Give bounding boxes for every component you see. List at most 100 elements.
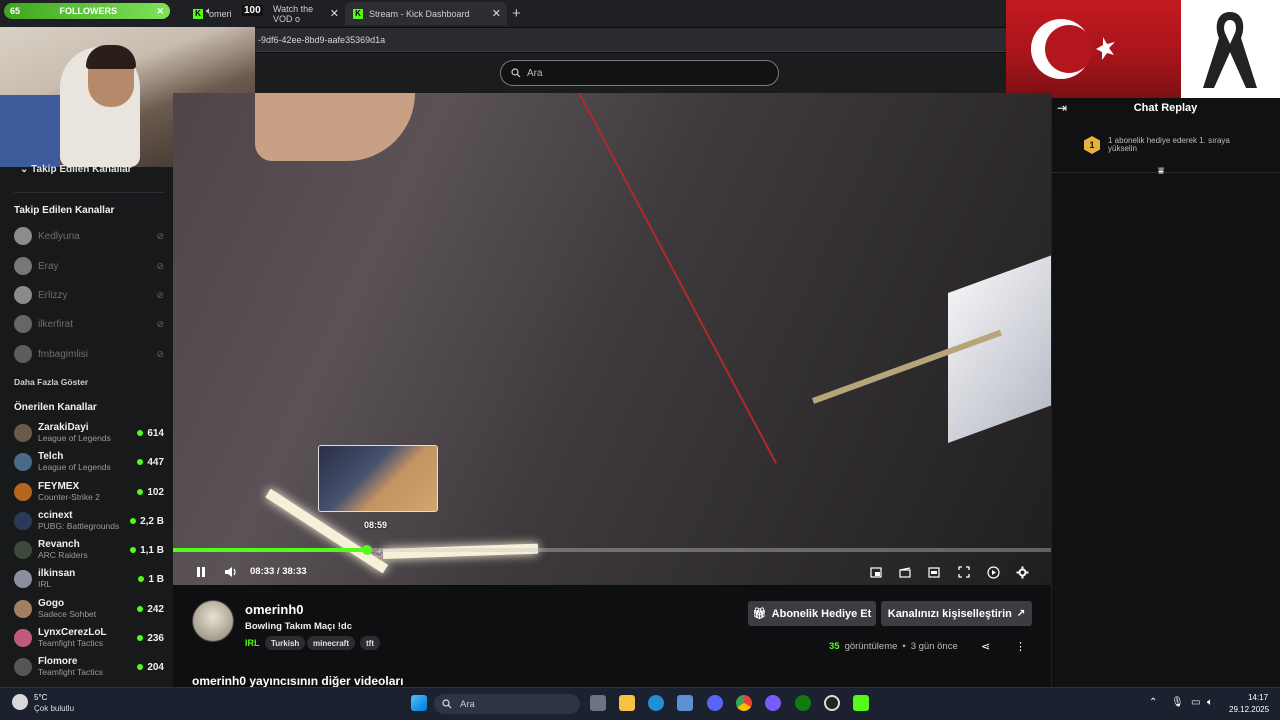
seek-preview-time: 08:59 <box>364 520 388 530</box>
channel-category: Sadece Sohbet <box>38 609 97 619</box>
recommended-channel[interactable]: ZarakiDayi League of Legends 614 <box>14 419 164 447</box>
chat-panel <box>1051 98 1280 687</box>
close-tab-icon[interactable]: ✕ <box>330 7 345 20</box>
theater-mode-button[interactable] <box>926 564 942 580</box>
more-options-icon[interactable]: ⋮ <box>1015 640 1026 653</box>
app-icon[interactable] <box>677 695 693 711</box>
viewer-count: 447 <box>147 456 164 468</box>
tab-label: Watch the VOD o <box>273 3 314 24</box>
live-dot-icon <box>137 459 144 465</box>
weather-temperature[interactable]: 5°C <box>34 693 47 702</box>
followed-collapse[interactable]: ⌄ Takip Edilen Kanallar <box>20 164 132 175</box>
cloud-icon[interactable] <box>12 694 28 710</box>
new-tab-icon[interactable]: + <box>512 5 521 22</box>
recommended-channel[interactable]: Gogo Sadece Sohbet 242 <box>14 595 164 623</box>
followed-channel[interactable]: Eray ⊘ <box>14 255 164 277</box>
clapperboard-icon <box>899 566 911 578</box>
search-placeholder: Ara <box>527 67 543 79</box>
chevron-up-icon[interactable]: ⌃ <box>1149 697 1157 708</box>
settings-button[interactable] <box>1014 564 1030 580</box>
theater-icon <box>928 566 940 578</box>
channel-name[interactable]: omerinh0 <box>245 602 304 617</box>
channel-name: Telch <box>38 451 64 462</box>
speed-icon <box>986 565 1000 579</box>
channel-name: ilkinsan <box>38 568 76 579</box>
followed-channel[interactable]: Kedlyuna ⊘ <box>14 225 164 247</box>
viewer-count: 614 <box>147 427 164 439</box>
browser-tab-kick-dashboard[interactable]: K Stream - Kick Dashboard ✕ <box>345 2 507 25</box>
playback-speed-button[interactable] <box>985 564 1001 580</box>
edge-browser-icon[interactable] <box>648 695 664 711</box>
divider <box>14 192 164 193</box>
volume-button[interactable] <box>223 564 239 580</box>
channel-avatar[interactable] <box>192 600 234 642</box>
search-icon <box>511 68 521 78</box>
kick-app-icon[interactable] <box>853 695 869 711</box>
obs-icon[interactable] <box>824 695 840 711</box>
other-videos-heading: omerinh0 yayıncısının diğer videoları <box>192 674 404 688</box>
close-tab-icon[interactable]: ✕ <box>492 7 507 20</box>
viewer-count: 102 <box>147 486 164 498</box>
tag-tft[interactable]: tft <box>360 636 380 650</box>
xbox-icon[interactable] <box>795 695 811 711</box>
gift-subscription-button[interactable]: 🎁︎ Abonelik Hediye Et <box>748 601 876 626</box>
video-meta: 35 görüntüleme • 3 gün önce <box>829 641 958 652</box>
fullscreen-icon <box>958 566 970 578</box>
gift-icon: 🎁︎ <box>752 608 767 620</box>
category-link[interactable]: IRL <box>245 638 260 648</box>
followed-channel[interactable]: fmbagimlisi ⊘ <box>14 343 164 365</box>
task-view-icon[interactable] <box>590 695 606 711</box>
app-icon[interactable] <box>765 695 781 711</box>
microphone-icon[interactable]: 🎙︎ <box>1171 697 1184 708</box>
channel-name: ilkerfirat <box>38 318 74 330</box>
recommended-channel[interactable]: ilkinsan IRL 1 B <box>14 565 164 593</box>
miniplayer-icon <box>870 566 882 578</box>
recommended-channel[interactable]: Flomore Teamfight Tactics 204 <box>14 653 164 681</box>
customize-channel-button[interactable]: Kanalınızı kişiselleştirin ↗ <box>881 601 1032 626</box>
discord-icon[interactable] <box>707 695 723 711</box>
chat-filter-icon[interactable]: ⩸ <box>1158 166 1164 177</box>
views-count: 35 <box>829 641 840 652</box>
video-player[interactable] <box>173 93 1051 585</box>
network-icon[interactable]: ▭ <box>1191 697 1200 708</box>
avatar <box>14 227 32 245</box>
viewer-count: 1,1 B <box>140 544 164 556</box>
speaker-icon[interactable]: 🔈︎ <box>1207 697 1213 708</box>
recommended-channel[interactable]: ccinext PUBG: Battlegrounds 2,2 B <box>14 507 164 535</box>
share-icon[interactable]: ⋖ <box>981 640 990 653</box>
clock-date[interactable]: 29.12.2025 <box>1229 705 1269 714</box>
recommended-channel[interactable]: LynxCerezLoL Teamfight Tactics 236 <box>14 624 164 652</box>
show-more-link[interactable]: Daha Fazla Göster <box>14 377 88 387</box>
clock-time[interactable]: 14:17 <box>1248 693 1268 702</box>
avatar <box>14 629 32 647</box>
recommended-channel[interactable]: Telch League of Legends 447 <box>14 448 164 476</box>
chrome-icon[interactable] <box>736 695 752 711</box>
followed-channel[interactable]: Erlizzy ⊘ <box>14 284 164 306</box>
weather-description[interactable]: Çok bulutlu <box>34 704 74 713</box>
recommended-channel[interactable]: FEYMEX Counter-Strike 2 102 <box>14 478 164 506</box>
live-dot-icon <box>137 664 144 670</box>
pause-button[interactable] <box>193 564 209 580</box>
fullscreen-button[interactable] <box>956 564 972 580</box>
live-dot-icon <box>137 489 144 495</box>
viewer-count: 1 B <box>148 573 164 585</box>
tag-minecraft[interactable]: minecraft <box>307 636 356 650</box>
clip-button[interactable] <box>897 564 913 580</box>
windows-start-icon[interactable] <box>411 695 427 711</box>
tag-turkish[interactable]: Turkish <box>265 636 306 650</box>
file-explorer-icon[interactable] <box>619 695 635 711</box>
recommended-heading: Önerilen Kanallar <box>14 402 97 413</box>
search-input[interactable]: Ara <box>500 60 779 86</box>
miniplayer-button[interactable] <box>868 564 884 580</box>
followed-channel[interactable]: ilkerfirat ⊘ <box>14 313 164 335</box>
taskbar-search[interactable]: Ara <box>434 694 580 714</box>
recommended-channel[interactable]: Revanch ARC Raiders 1,1 B <box>14 536 164 564</box>
browser-tab-2[interactable]: Watch the VOD o ✕ <box>265 2 345 25</box>
address-bar[interactable]: -9df6-42ee-8bd9-aafe35369d1a <box>255 28 1006 52</box>
offline-icon: ⊘ <box>156 318 164 329</box>
sidebar: ⌄ Takip Edilen Kanallar Takip Edilen Kan… <box>0 164 173 687</box>
avatar <box>14 658 32 676</box>
live-dot-icon <box>137 635 144 641</box>
close-icon: ✕ <box>156 5 164 16</box>
viewer-count: 204 <box>147 661 164 673</box>
